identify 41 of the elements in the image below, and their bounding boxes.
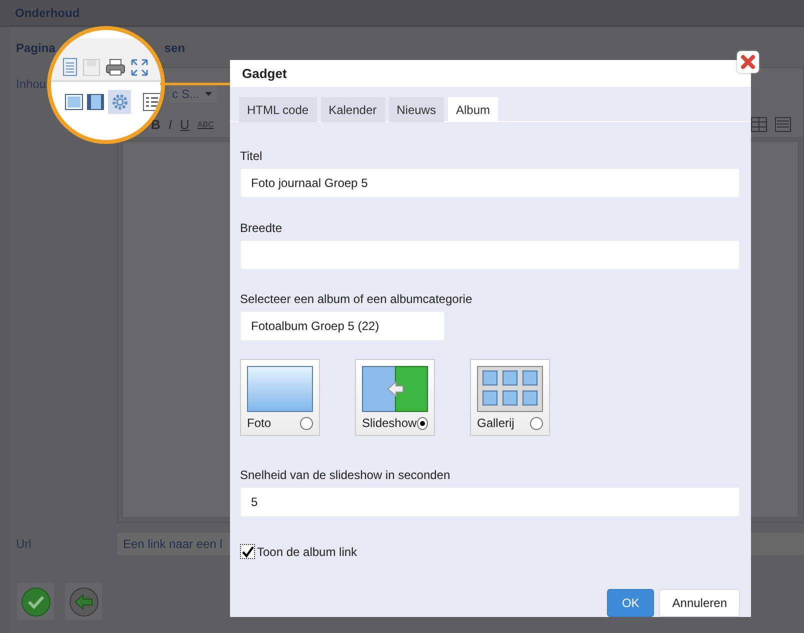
close-button[interactable] [737, 51, 759, 73]
image-icon [65, 94, 83, 110]
caret-icon [205, 92, 212, 96]
radio-button[interactable] [530, 416, 543, 430]
gallery-icon [477, 366, 543, 412]
ok-button[interactable]: OK [606, 589, 654, 617]
table-icon[interactable] [751, 116, 767, 132]
field-label: Selecteer een album of een albumcategorie [240, 292, 472, 306]
dialog-title: Gadget [242, 66, 287, 81]
slideshow-icon [362, 366, 428, 412]
printer-icon [106, 59, 125, 76]
image-icon [247, 366, 313, 412]
speed-input[interactable]: 5 [240, 487, 740, 517]
display-mode-option[interactable]: Gallerij [470, 359, 550, 436]
cancel-button[interactable]: Annuleren [659, 589, 740, 617]
film-icon [86, 94, 104, 110]
section-title: Pagina [16, 41, 56, 55]
save-button[interactable] [17, 583, 54, 620]
checkbox-label: Toon de album link [257, 544, 358, 558]
display-mode-option[interactable]: Slideshow [355, 359, 435, 436]
checkbox[interactable] [240, 544, 255, 559]
tab[interactable]: HTML code [239, 97, 317, 122]
title-input[interactable]: Foto journaal Groep 5 [240, 168, 740, 198]
tab[interactable]: Kalender [320, 97, 385, 122]
check-icon [20, 586, 50, 616]
field-label: Snelheid van de slideshow in seconden [240, 468, 450, 482]
list-icon [143, 93, 161, 111]
album-select[interactable]: Fotoalbum Groep 5 (22) [240, 311, 445, 341]
field-label: Breedte [240, 221, 282, 235]
radio-button[interactable] [416, 416, 428, 430]
expand-icon [131, 59, 148, 76]
display-mode-option[interactable]: Foto [240, 359, 320, 436]
tab[interactable]: Nieuws [388, 97, 444, 122]
section-title: sen [164, 41, 186, 55]
field-label: Titel [240, 149, 262, 163]
radio-button[interactable] [300, 416, 313, 430]
document-icon [63, 58, 77, 76]
gear-button[interactable] [108, 90, 132, 114]
tab[interactable]: Album [448, 97, 498, 122]
back-button[interactable] [65, 583, 102, 620]
lines-icon[interactable] [775, 116, 791, 132]
